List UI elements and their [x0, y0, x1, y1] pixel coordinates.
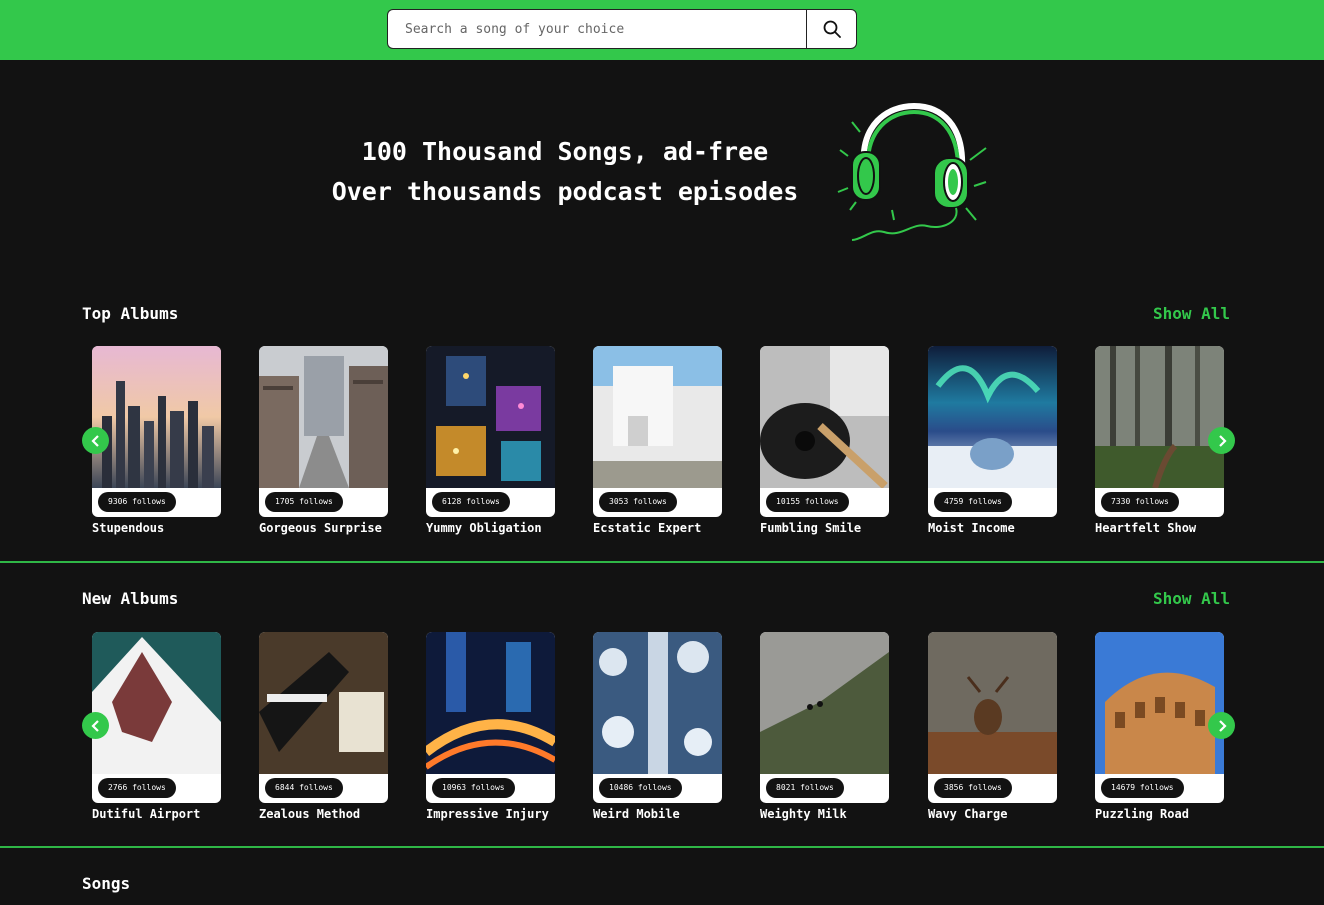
top-bar [0, 0, 1324, 60]
carousel-next-button[interactable] [1208, 712, 1235, 739]
follows-badge: 6844 follows [265, 778, 343, 798]
album-card[interactable]: 7330 follows Heartfelt Show [1095, 346, 1224, 535]
album-cover [760, 632, 889, 774]
album-name: Zealous Method [259, 807, 361, 821]
new-albums-title: New Albums [82, 589, 179, 608]
follows-badge: 10486 follows [599, 778, 682, 798]
album-cover [426, 346, 555, 488]
carousel-prev-button[interactable] [82, 712, 109, 739]
album-cover [259, 632, 388, 774]
headphones-icon [837, 102, 987, 241]
chevron-right-icon [1218, 719, 1227, 732]
album-card[interactable]: 9306 follows Stupendous [92, 346, 221, 535]
songs-title: Songs [82, 874, 131, 893]
album-name: Gorgeous Surprise [259, 521, 382, 535]
album-card[interactable]: 6844 follows Zealous Method [259, 632, 388, 821]
album-card[interactable]: 3053 follows Ecstatic Expert [593, 346, 722, 535]
album-card[interactable]: 10486 follows Weird Mobile [593, 632, 722, 821]
chevron-left-icon [90, 719, 99, 732]
follows-badge: 9306 follows [98, 492, 176, 512]
album-name: Impressive Injury [426, 807, 549, 821]
search-bar [387, 9, 857, 49]
album-cover [92, 346, 221, 488]
album-cover [259, 346, 388, 488]
album-cover [1095, 346, 1224, 488]
album-card[interactable]: 4759 follows Moist Income [928, 346, 1057, 535]
album-name: Moist Income [928, 521, 1015, 535]
album-card[interactable]: 1705 follows Gorgeous Surprise [259, 346, 388, 535]
album-card[interactable]: 6128 follows Yummy Obligation [426, 346, 555, 535]
follows-badge: 3053 follows [599, 492, 677, 512]
album-cover [1095, 632, 1224, 774]
follows-badge: 10155 follows [766, 492, 849, 512]
search-input[interactable] [387, 9, 806, 49]
carousel-prev-button[interactable] [82, 427, 109, 454]
album-cover [92, 632, 221, 774]
follows-badge: 1705 follows [265, 492, 343, 512]
album-name: Weighty Milk [760, 807, 847, 821]
carousel-next-button[interactable] [1208, 427, 1235, 454]
follows-badge: 4759 follows [934, 492, 1012, 512]
album-card[interactable]: 14679 follows Puzzling Road [1095, 632, 1224, 821]
follows-badge: 14679 follows [1101, 778, 1184, 798]
hero-headline: 100 Thousand Songs, ad-free Over thousan… [300, 132, 830, 212]
chevron-right-icon [1218, 434, 1227, 447]
album-name: Stupendous [92, 521, 165, 535]
album-cover [593, 346, 722, 488]
follows-badge: 7330 follows [1101, 492, 1179, 512]
album-name: Dutiful Airport [92, 807, 201, 821]
hero-line-1: 100 Thousand Songs, ad-free [361, 137, 769, 166]
follows-badge: 3856 follows [934, 778, 1012, 798]
album-card[interactable]: 8021 follows Weighty Milk [760, 632, 889, 821]
album-cover [593, 632, 722, 774]
search-button[interactable] [806, 9, 857, 49]
album-name: Ecstatic Expert [593, 521, 702, 535]
new-albums-show-all[interactable]: Show All [1153, 589, 1230, 608]
album-card[interactable]: 3856 follows Wavy Charge [928, 632, 1057, 821]
album-cover [760, 346, 889, 488]
album-cover [928, 346, 1057, 488]
follows-badge: 6128 follows [432, 492, 510, 512]
album-name: Fumbling Smile [760, 521, 862, 535]
album-name: Weird Mobile [593, 807, 680, 821]
follows-badge: 2766 follows [98, 778, 176, 798]
section-divider [0, 561, 1324, 563]
album-cover [928, 632, 1057, 774]
album-name: Puzzling Road [1095, 807, 1189, 821]
album-name: Heartfelt Show [1095, 521, 1197, 535]
section-divider [0, 846, 1324, 848]
album-card[interactable]: 2766 follows Dutiful Airport [92, 632, 221, 821]
album-name: Yummy Obligation [426, 521, 542, 535]
top-albums-title: Top Albums [82, 304, 179, 323]
chevron-left-icon [90, 434, 99, 447]
follows-badge: 8021 follows [766, 778, 844, 798]
search-icon [823, 20, 841, 38]
album-card[interactable]: 10155 follows Fumbling Smile [760, 346, 889, 535]
album-card[interactable]: 10963 follows Impressive Injury [426, 632, 555, 821]
album-cover [426, 632, 555, 774]
follows-badge: 10963 follows [432, 778, 515, 798]
album-name: Wavy Charge [928, 807, 1008, 821]
top-albums-show-all[interactable]: Show All [1153, 304, 1230, 323]
hero-line-2: Over thousands podcast episodes [331, 177, 799, 206]
